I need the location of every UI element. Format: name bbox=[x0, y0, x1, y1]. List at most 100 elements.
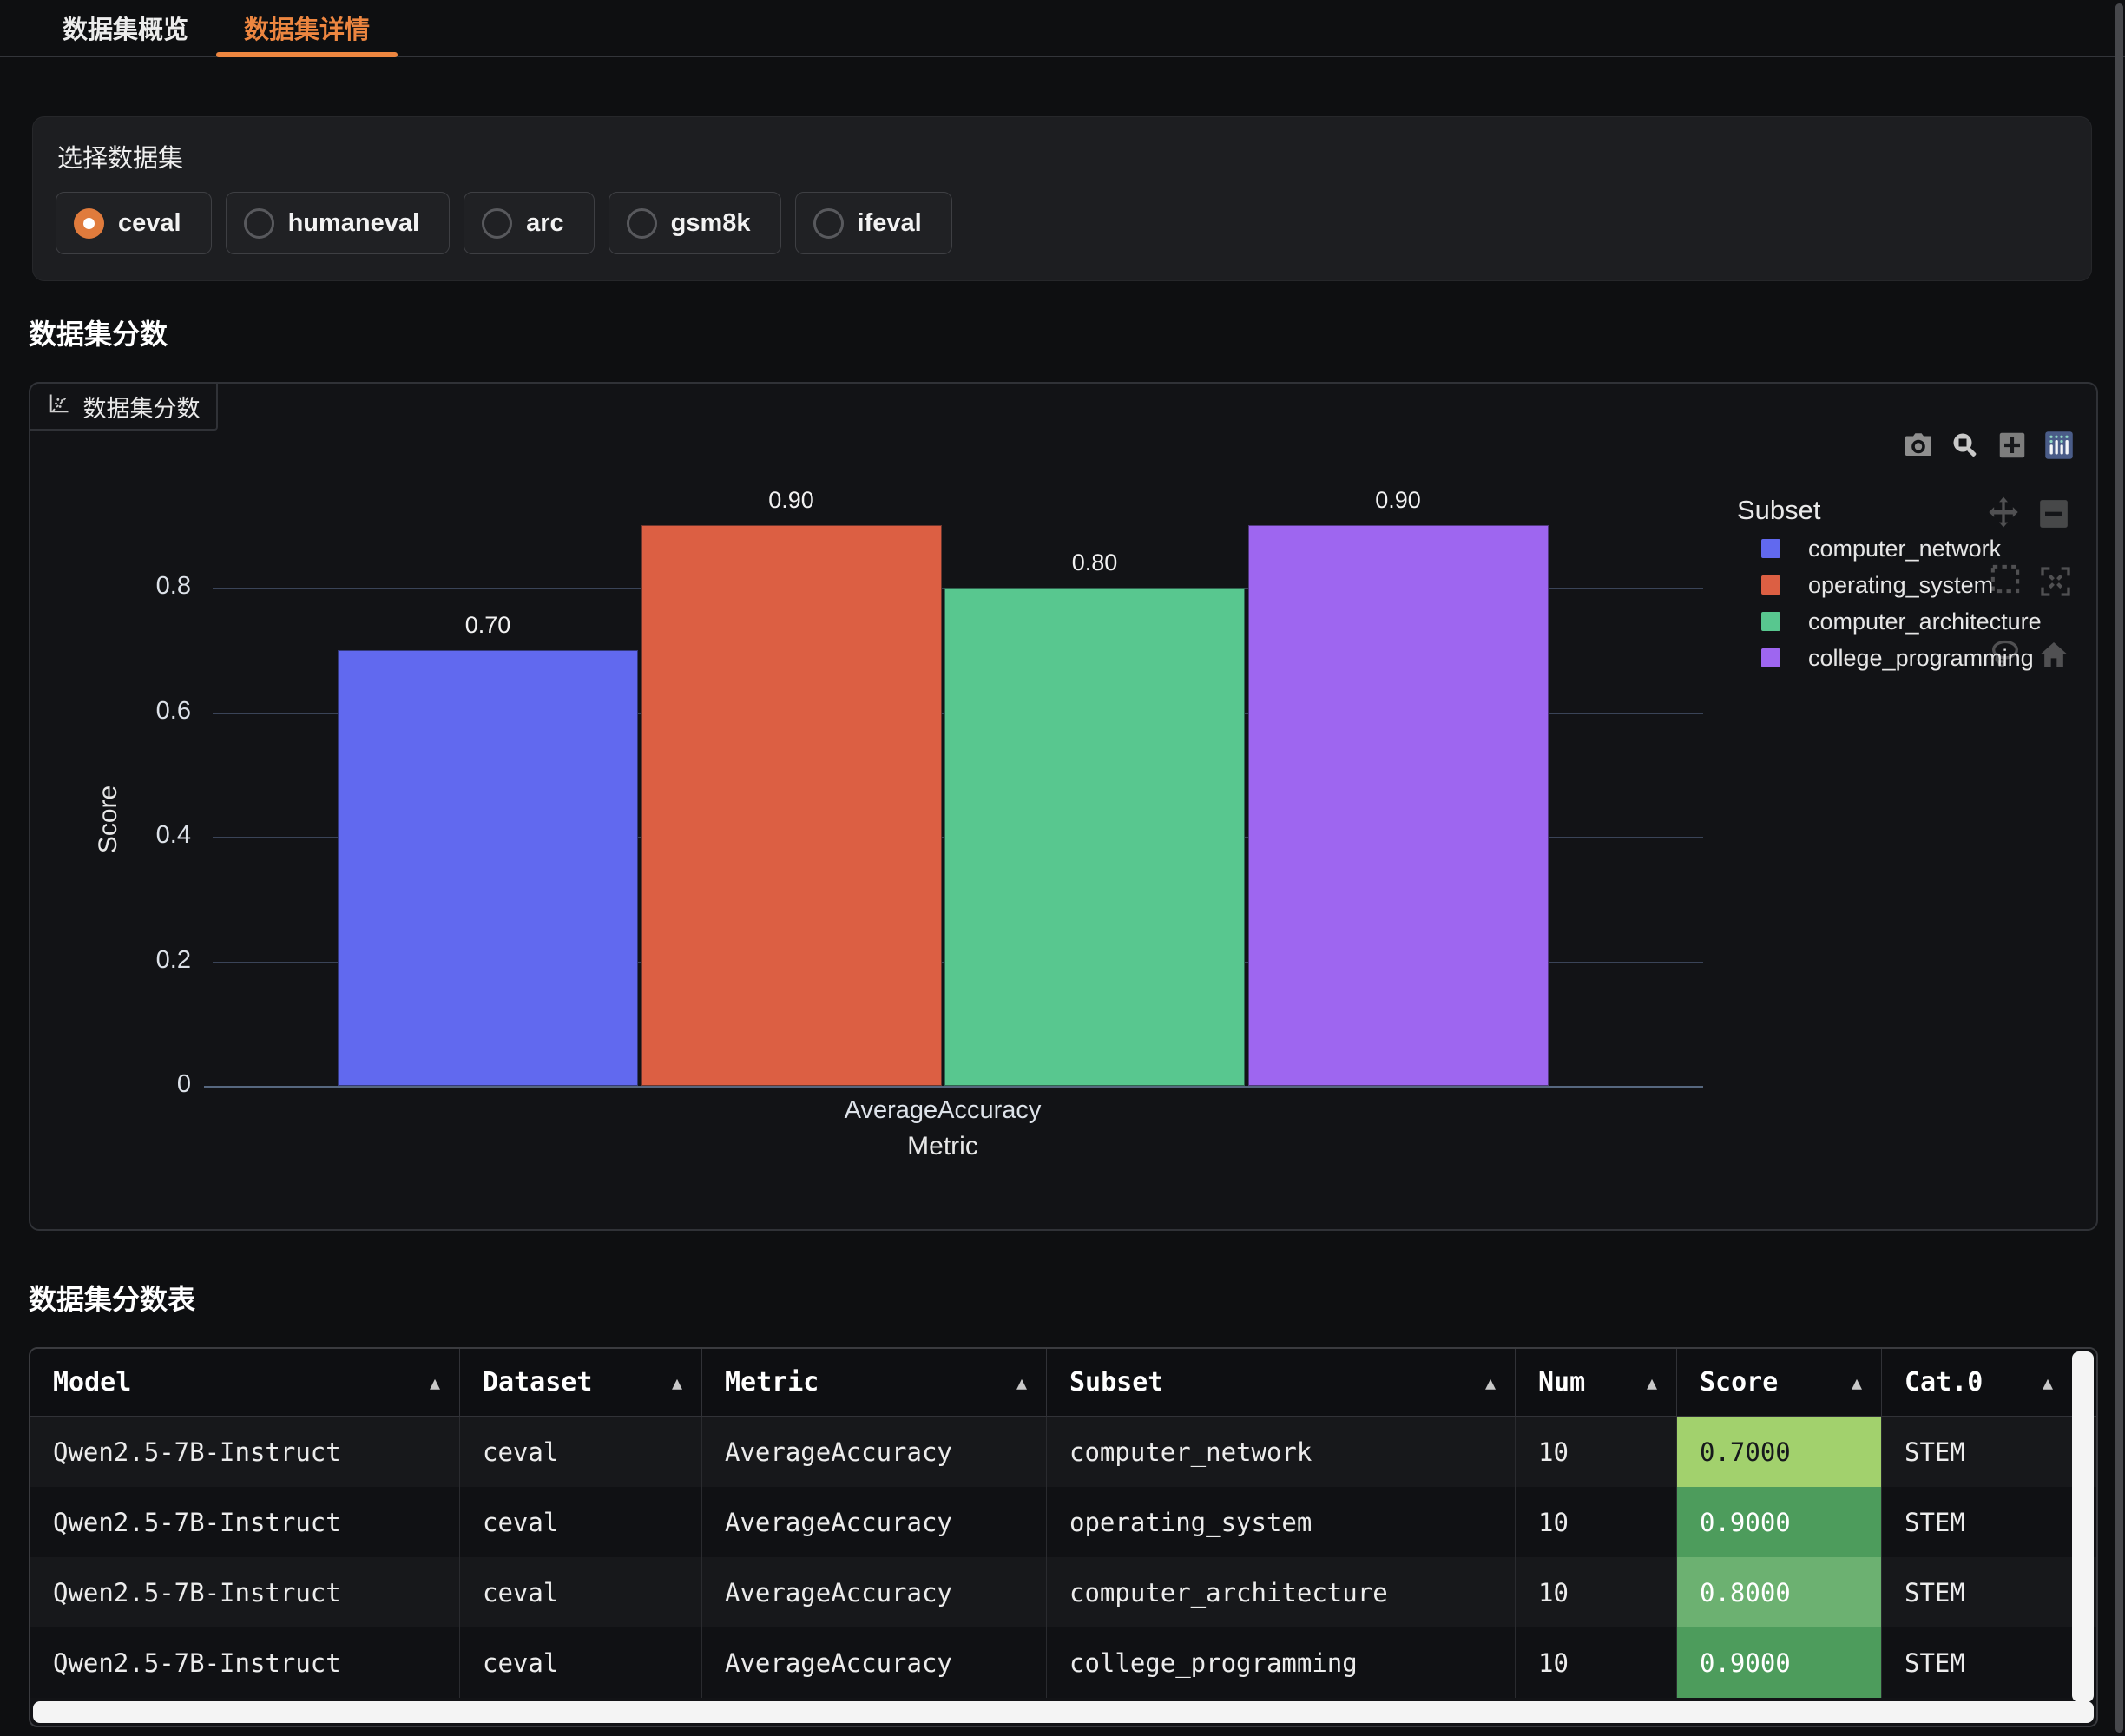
cell-metric: AverageAccuracy bbox=[702, 1487, 1047, 1557]
zoom-icon[interactable] bbox=[1947, 427, 1984, 464]
cell-metric: AverageAccuracy bbox=[702, 1557, 1047, 1628]
column-header-label: Cat.0 bbox=[1905, 1367, 1983, 1397]
table-section-title: 数据集分数表 bbox=[29, 1278, 195, 1318]
legend-item-college_programming[interactable]: college_programming bbox=[1761, 641, 2034, 675]
cell-num: 10 bbox=[1516, 1487, 1677, 1557]
table-row: Qwen2.5-7B-InstructcevalAverageAccuracyc… bbox=[30, 1417, 2096, 1487]
tab-数据集详情[interactable]: 数据集详情 bbox=[216, 0, 398, 56]
cell-num: 10 bbox=[1516, 1628, 1677, 1698]
cell-num: 10 bbox=[1516, 1557, 1677, 1628]
cell-model: Qwen2.5-7B-Instruct bbox=[30, 1487, 460, 1557]
cell-metric: AverageAccuracy bbox=[702, 1628, 1047, 1698]
cell-subset: operating_system bbox=[1047, 1487, 1516, 1557]
cell-score: 0.9000 bbox=[1677, 1628, 1882, 1698]
y-tick-label: 0.8 bbox=[61, 572, 191, 601]
legend-swatch bbox=[1761, 575, 1780, 595]
dataset-radio-group: ceval humanevalarc gsm8k ifeval bbox=[56, 192, 952, 254]
column-header-label: Num bbox=[1538, 1367, 1585, 1397]
sort-ascending-icon[interactable]: ▲ bbox=[2043, 1372, 2053, 1393]
radio-option-label: ifeval bbox=[858, 209, 922, 238]
legend-label: computer_architecture bbox=[1808, 608, 2042, 635]
zoom-out-icon[interactable] bbox=[2036, 496, 2075, 535]
legend-swatch bbox=[1761, 539, 1780, 558]
tab-数据集概览[interactable]: 数据集概览 bbox=[35, 0, 216, 56]
home-icon[interactable] bbox=[2036, 638, 2075, 676]
dataset-selector-label: 选择数据集 bbox=[57, 138, 183, 174]
cell-model: Qwen2.5-7B-Instruct bbox=[30, 1417, 460, 1487]
scatter-chart-icon bbox=[47, 391, 71, 422]
bar-value-label: 0.70 bbox=[338, 612, 638, 639]
chart-section-title: 数据集分数 bbox=[29, 312, 168, 352]
sort-ascending-icon[interactable]: ▲ bbox=[430, 1372, 440, 1393]
cell-dataset: ceval bbox=[460, 1557, 702, 1628]
zoom-in-icon[interactable] bbox=[1994, 427, 2030, 464]
sort-ascending-icon[interactable]: ▲ bbox=[1852, 1372, 1862, 1393]
y-tick-label: 0.6 bbox=[61, 697, 191, 726]
table-row: Qwen2.5-7B-InstructcevalAverageAccuracyc… bbox=[30, 1628, 2096, 1698]
autoscale-icon[interactable] bbox=[2038, 564, 2076, 602]
legend-swatch bbox=[1761, 648, 1780, 667]
column-header-model[interactable]: Model▲ bbox=[30, 1349, 460, 1416]
radio-unselected-icon bbox=[244, 208, 274, 239]
cell-dataset: ceval bbox=[460, 1628, 702, 1698]
legend-swatch bbox=[1761, 612, 1780, 631]
cell-score: 0.9000 bbox=[1677, 1487, 1882, 1557]
bar-computer_architecture[interactable] bbox=[944, 588, 1245, 1086]
table-vertical-scrollbar[interactable] bbox=[2072, 1351, 2094, 1702]
radio-selected-icon bbox=[74, 208, 104, 239]
column-header-metric[interactable]: Metric ▲ bbox=[702, 1349, 1047, 1416]
radio-unselected-icon bbox=[482, 208, 512, 239]
bar-college_programming[interactable] bbox=[1248, 525, 1549, 1086]
y-tick-label: 0 bbox=[61, 1070, 191, 1099]
sort-ascending-icon[interactable]: ▲ bbox=[672, 1372, 682, 1393]
cell-cat0: STEM bbox=[1882, 1487, 2072, 1557]
bar-operating_system[interactable] bbox=[641, 525, 942, 1086]
cell-metric: AverageAccuracy bbox=[702, 1417, 1047, 1487]
column-header-score[interactable]: Score▲ bbox=[1677, 1349, 1882, 1416]
cell-subset: computer_network bbox=[1047, 1417, 1516, 1487]
score-table: Model▲Dataset▲Metric▲Subset▲Num▲Score▲Ca… bbox=[29, 1347, 2098, 1727]
column-header-label: Metric bbox=[725, 1367, 819, 1397]
cell-score: 0.7000 bbox=[1677, 1417, 1882, 1487]
table-horizontal-scrollbar[interactable] bbox=[33, 1701, 2094, 1723]
column-header-dataset[interactable]: Dataset▲ bbox=[460, 1349, 702, 1416]
column-header-num[interactable]: Num ▲ bbox=[1516, 1349, 1677, 1416]
sort-ascending-icon[interactable]: ▲ bbox=[1016, 1372, 1027, 1393]
x-tick-label: AverageAccuracy bbox=[338, 1096, 1548, 1125]
sort-ascending-icon[interactable]: ▲ bbox=[1647, 1372, 1657, 1393]
radio-option-ceval[interactable]: ceval bbox=[56, 192, 212, 254]
legend-item-computer_network[interactable]: computer_network bbox=[1761, 531, 2001, 566]
radio-option-humaneval[interactable]: humaneval bbox=[226, 192, 451, 254]
cell-subset: computer_architecture bbox=[1047, 1557, 1516, 1628]
legend-item-operating_system[interactable]: operating_system bbox=[1761, 568, 1993, 602]
radio-unselected-icon bbox=[627, 208, 657, 239]
camera-icon[interactable] bbox=[1900, 427, 1937, 464]
page-scrollbar[interactable] bbox=[2115, 3, 2123, 1733]
cell-dataset: ceval bbox=[460, 1417, 702, 1487]
radio-unselected-icon bbox=[813, 208, 844, 239]
plotly-logo-icon[interactable] bbox=[2041, 427, 2077, 464]
legend-item-computer_architecture[interactable]: computer_architecture bbox=[1761, 604, 2042, 639]
radio-option-gsm8k[interactable]: gsm8k bbox=[609, 192, 781, 254]
radio-option-arc[interactable]: arc bbox=[464, 192, 595, 254]
box-select-icon[interactable] bbox=[1988, 562, 2026, 600]
y-tick-label: 0.2 bbox=[61, 946, 191, 975]
bar-computer_network[interactable] bbox=[338, 650, 638, 1086]
pan-icon[interactable] bbox=[1986, 495, 2024, 533]
y-axis-title: Score bbox=[94, 733, 123, 906]
table-row: Qwen2.5-7B-InstructcevalAverageAccuracyo… bbox=[30, 1487, 2096, 1557]
table-body: Qwen2.5-7B-InstructcevalAverageAccuracyc… bbox=[30, 1417, 2096, 1698]
column-header-cat-0[interactable]: Cat.0 ▲ bbox=[1882, 1349, 2072, 1416]
legend-label: computer_network bbox=[1808, 536, 2001, 562]
sort-ascending-icon[interactable]: ▲ bbox=[1485, 1372, 1496, 1393]
column-header-subset[interactable]: Subset▲ bbox=[1047, 1349, 1516, 1416]
bar-value-label: 0.90 bbox=[1248, 487, 1549, 514]
chart-panel-tab[interactable]: 数据集分数 bbox=[29, 382, 218, 431]
cell-cat0: STEM bbox=[1882, 1557, 2072, 1628]
legend-label: operating_system bbox=[1808, 572, 1993, 599]
radio-option-label: ceval bbox=[118, 209, 181, 238]
radio-option-ifeval[interactable]: ifeval bbox=[795, 192, 952, 254]
cell-model: Qwen2.5-7B-Instruct bbox=[30, 1557, 460, 1628]
cell-cat0: STEM bbox=[1882, 1417, 2072, 1487]
radio-option-label: gsm8k bbox=[671, 209, 751, 238]
